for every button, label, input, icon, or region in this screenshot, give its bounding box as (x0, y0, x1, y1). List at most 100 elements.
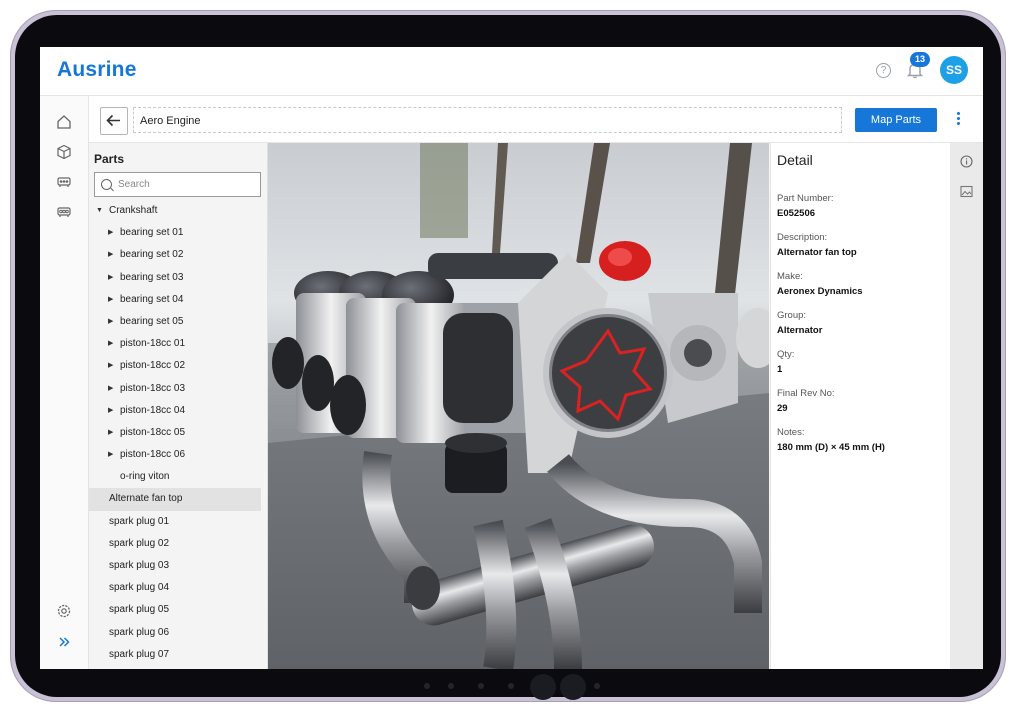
parts-tree-item[interactable]: spark plug 02 (89, 533, 267, 555)
user-avatar[interactable]: SS (940, 56, 968, 84)
parts-tree-item[interactable]: spark plug 06 (89, 622, 267, 644)
parts-tree-item-label: spark plug 07 (109, 648, 170, 660)
detail-heading: Detail (777, 152, 813, 168)
home-icon[interactable] (56, 114, 72, 130)
caret-right-icon[interactable]: ▶ (108, 378, 113, 400)
viewer-toolbar: Aero Engine Map Parts (89, 96, 983, 143)
parts-tree-item[interactable]: spark plug 04 (89, 577, 267, 599)
detail-field: Make: Aeronex Dynamics (777, 271, 947, 297)
caret-right-icon[interactable]: ▶ (108, 333, 113, 355)
parts-tree-item[interactable]: Alternate fan top (89, 488, 261, 511)
parts-tree-item[interactable]: ▶ piston-18cc 04 (89, 400, 267, 422)
parts-tree-item-label: o-ring viton (120, 471, 170, 483)
parts-tree: ▼ Crankshaft ▶ bearing set 01 ▶ bearing set… (89, 200, 267, 666)
tree-root-label: Crankshaft (109, 205, 158, 216)
parts-tree-item-label: spark plug 04 (109, 582, 170, 594)
parts-tree-item-label: bearing set 03 (120, 271, 184, 283)
info-icon[interactable] (960, 155, 973, 168)
detail-field-value: Aeronex Dynamics (777, 286, 863, 297)
parts-tree-item-label: piston-18cc 03 (120, 382, 186, 394)
parts-tree-item-label: bearing set 04 (120, 293, 184, 305)
parts-tree-item[interactable]: ▶ piston-18cc 05 (89, 422, 267, 444)
sensor-dot (508, 683, 514, 689)
parts-tree-item[interactable]: spark plug 01 (89, 511, 267, 533)
caret-right-icon[interactable]: ▶ (108, 267, 113, 289)
parts-tree-item[interactable]: ▶ piston-18cc 01 (89, 333, 267, 355)
3d-viewport[interactable] (268, 143, 769, 669)
camera-lens (560, 674, 586, 700)
parts-tree-item[interactable]: ▶ bearing set 04 (89, 289, 267, 311)
parts-search-input[interactable]: Search (94, 172, 261, 197)
detail-panel: Detail Part Number: E052506 Description: Al… (770, 143, 950, 669)
app-screen: Ausrine ? 13 SS Aero Engine Map Parts Pa… (40, 47, 983, 669)
sensor-dot (448, 683, 454, 689)
parts-tree-item[interactable]: spark plug 03 (89, 555, 267, 577)
notification-badge: 13 (910, 52, 930, 67)
caret-right-icon[interactable]: ▶ (108, 311, 113, 333)
parts-tree-item-label: spark plug 06 (109, 626, 170, 638)
detail-field-value: E052506 (777, 208, 816, 219)
parts-tree-item[interactable]: ▶ piston-18cc 02 (89, 355, 267, 377)
parts-tree-item-label: bearing set 05 (120, 315, 184, 327)
detail-field: Notes: 180 mm (D) × 45 mm (H) (777, 427, 947, 453)
tree-root[interactable]: ▼ Crankshaft (89, 200, 267, 222)
caret-right-icon[interactable]: ▶ (108, 400, 113, 422)
parts-tree-item-label: piston-18cc 05 (120, 426, 186, 438)
sensor-dot (594, 683, 600, 689)
parts-tree-item-label: spark plug 05 (109, 604, 170, 616)
parts-tree-item[interactable]: ▶ piston-18cc 03 (89, 378, 267, 400)
caret-right-icon[interactable]: ▶ (108, 444, 113, 466)
detail-field: Group: Alternator (777, 310, 947, 336)
settings-icon[interactable] (56, 603, 72, 619)
caret-right-icon[interactable]: ▶ (108, 222, 113, 244)
detail-field-label: Notes: (777, 427, 805, 438)
back-button[interactable] (100, 107, 128, 135)
assembly-alt-icon[interactable] (56, 204, 72, 220)
parts-tree-item[interactable]: ▶ bearing set 03 (89, 267, 267, 289)
expand-icon[interactable] (56, 634, 72, 650)
map-parts-button[interactable]: Map Parts (855, 108, 937, 132)
arrow-left-icon (106, 114, 120, 127)
parts-tree-item[interactable]: ▶ piston-18cc 06 (89, 444, 267, 466)
alternator-fan-top[interactable] (599, 241, 651, 281)
caret-right-icon[interactable]: ▶ (108, 289, 113, 311)
model-title-field[interactable]: Aero Engine (133, 107, 842, 133)
detail-field-value: Alternator (777, 325, 823, 336)
detail-field: Description: Alternator fan top (777, 232, 947, 258)
parts-tree-item[interactable]: spark plug 07 (89, 644, 267, 666)
engine-model-render[interactable] (268, 143, 769, 669)
ring-gear[interactable] (543, 308, 673, 438)
parts-tree-item[interactable]: ▶ bearing set 02 (89, 244, 267, 266)
detail-field-label: Final Rev No: (777, 388, 835, 399)
image-icon[interactable] (960, 185, 973, 198)
caret-down-icon[interactable]: ▼ (96, 200, 103, 222)
detail-field-value: 29 (777, 403, 788, 414)
background-tree (420, 143, 468, 238)
camera-lens (530, 674, 556, 700)
parts-tree-item[interactable]: spark plug 05 (89, 599, 267, 621)
nav-rail (40, 96, 89, 669)
sensor-dot (424, 683, 430, 689)
caret-right-icon[interactable]: ▶ (108, 422, 113, 444)
caret-right-icon[interactable]: ▶ (108, 355, 113, 377)
detail-field-value: Alternator fan top (777, 247, 857, 258)
help-icon[interactable]: ? (876, 63, 891, 78)
parts-tree-item-label: bearing set 01 (120, 227, 184, 239)
brand-logo[interactable]: Ausrine (57, 58, 137, 82)
detail-field-label: Description: (777, 232, 828, 243)
caret-right-icon[interactable]: ▶ (108, 244, 113, 266)
detail-toolstrip (950, 143, 983, 669)
parts-tree-item-label: spark plug 02 (109, 537, 170, 549)
search-icon (101, 179, 112, 190)
parts-panel: Parts Search ▼ Crankshaft ▶ bearing set 0… (89, 143, 268, 669)
parts-tree-item[interactable]: ▶ bearing set 01 (89, 222, 267, 244)
more-options-icon[interactable] (951, 110, 965, 130)
detail-field-label: Part Number: (777, 193, 834, 204)
app-header: Ausrine ? 13 SS (40, 47, 983, 96)
parts-tree-item[interactable]: ▶ bearing set 05 (89, 311, 267, 333)
parts-tree-item-label: piston-18cc 02 (120, 360, 186, 372)
parts-tree-item[interactable]: o-ring viton (89, 466, 267, 488)
parts-tree-item-label: spark plug 01 (109, 515, 170, 527)
assembly-icon[interactable] (56, 174, 72, 190)
cube-icon[interactable] (56, 144, 72, 160)
